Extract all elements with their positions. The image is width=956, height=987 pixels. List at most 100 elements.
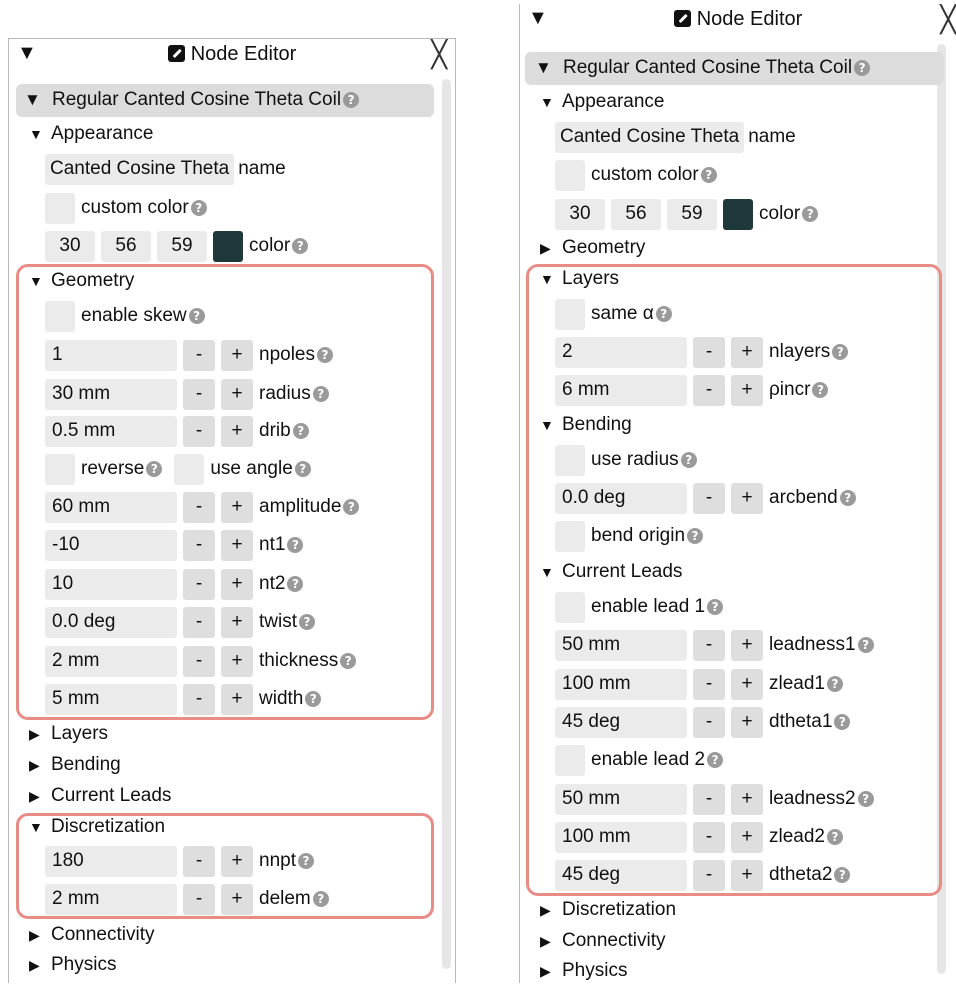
help-icon[interactable]: ? <box>707 599 724 615</box>
section-bending[interactable]: ▶ Bending <box>29 749 121 781</box>
section-appearance[interactable]: ▼ Appearance <box>29 118 153 150</box>
same-alpha-checkbox[interactable] <box>555 298 585 330</box>
color-b-input[interactable]: 59 <box>667 198 717 230</box>
radius-input[interactable]: 30 mm <box>45 378 177 410</box>
help-icon[interactable]: ? <box>294 461 311 477</box>
nt2-increment-button[interactable]: + <box>221 568 253 600</box>
dtheta1-input[interactable]: 45 deg <box>555 706 687 738</box>
npoles-increment-button[interactable]: + <box>221 339 253 371</box>
nnpt-decrement-button[interactable]: - <box>183 845 215 877</box>
help-icon[interactable]: ? <box>834 714 851 730</box>
amplitude-decrement-button[interactable]: - <box>183 491 215 523</box>
npoles-decrement-button[interactable]: - <box>183 339 215 371</box>
drib-input[interactable]: 0.5 mm <box>45 415 177 447</box>
nlayers-input[interactable]: 2 <box>555 336 687 368</box>
reverse-checkbox[interactable] <box>45 453 75 485</box>
bend-origin-checkbox[interactable] <box>555 520 585 552</box>
dtheta2-increment-button[interactable]: + <box>731 859 763 891</box>
help-icon[interactable]: ? <box>834 867 851 883</box>
help-icon[interactable]: ? <box>305 691 322 707</box>
use-angle-checkbox[interactable] <box>174 453 205 485</box>
zlead1-input[interactable]: 100 mm <box>555 668 687 700</box>
radius-increment-button[interactable]: + <box>221 378 253 410</box>
section-current-leads[interactable]: ▶ Current Leads <box>29 780 171 812</box>
color-r-input[interactable]: 30 <box>555 198 605 230</box>
dtheta2-decrement-button[interactable]: - <box>693 859 725 891</box>
section-discretization[interactable]: ▶ Discretization <box>540 894 676 926</box>
help-icon[interactable]: ? <box>812 382 829 398</box>
zlead2-increment-button[interactable]: + <box>731 821 763 853</box>
section-geometry[interactable]: ▶ Geometry <box>540 232 645 264</box>
rhoincr-decrement-button[interactable]: - <box>693 374 725 406</box>
help-icon[interactable]: ? <box>680 452 697 468</box>
leadness1-decrement-button[interactable]: - <box>693 629 725 661</box>
scrollbar[interactable] <box>937 44 946 974</box>
section-connectivity[interactable]: ▶ Connectivity <box>540 925 666 957</box>
section-discretization[interactable]: ▼ Discretization <box>29 811 165 843</box>
custom-color-checkbox[interactable] <box>555 159 585 191</box>
name-input[interactable]: Canted Cosine Theta <box>45 153 235 185</box>
drib-decrement-button[interactable]: - <box>183 415 215 447</box>
help-icon[interactable]: ? <box>707 752 724 768</box>
drib-increment-button[interactable]: + <box>221 415 253 447</box>
nt1-increment-button[interactable]: + <box>221 529 253 561</box>
zlead2-input[interactable]: 100 mm <box>555 821 687 853</box>
help-icon[interactable]: ? <box>827 829 843 845</box>
dtheta1-decrement-button[interactable]: - <box>693 706 725 738</box>
section-bending[interactable]: ▼ Bending <box>540 409 632 441</box>
nlayers-decrement-button[interactable]: - <box>693 336 725 368</box>
section-physics[interactable]: ▶ Physics <box>29 949 116 981</box>
thickness-decrement-button[interactable]: - <box>183 645 215 677</box>
npoles-input[interactable]: 1 <box>45 339 177 371</box>
help-icon[interactable]: ? <box>857 791 874 807</box>
thickness-increment-button[interactable]: + <box>221 645 253 677</box>
dtheta2-input[interactable]: 45 deg <box>555 859 687 891</box>
name-input[interactable]: Canted Cosine Theta <box>555 121 745 153</box>
help-icon[interactable]: ? <box>287 537 304 553</box>
rhoincr-increment-button[interactable]: + <box>731 374 763 406</box>
scrollbar[interactable] <box>442 79 451 969</box>
node-tree-header[interactable]: ▼ Regular Canted Cosine Theta Coil? <box>525 52 944 85</box>
help-icon[interactable]: ? <box>312 386 329 402</box>
color-g-input[interactable]: 56 <box>101 230 151 262</box>
color-r-input[interactable]: 30 <box>45 230 95 262</box>
help-icon[interactable]: ? <box>655 306 672 322</box>
help-icon[interactable]: ? <box>827 676 843 692</box>
use-radius-checkbox[interactable] <box>555 444 585 476</box>
leadness2-decrement-button[interactable]: - <box>693 783 725 815</box>
section-layers[interactable]: ▼ Layers <box>540 263 619 295</box>
leadness2-input[interactable]: 50 mm <box>555 783 687 815</box>
zlead2-decrement-button[interactable]: - <box>693 821 725 853</box>
leadness2-increment-button[interactable]: + <box>731 783 763 815</box>
delem-input[interactable]: 2 mm <box>45 883 177 915</box>
arcbend-increment-button[interactable]: + <box>731 482 763 514</box>
leadness1-input[interactable]: 50 mm <box>555 629 687 661</box>
help-icon[interactable]: ? <box>340 653 357 669</box>
help-icon[interactable]: ? <box>343 92 360 108</box>
help-icon[interactable]: ? <box>832 344 849 360</box>
help-icon[interactable]: ? <box>343 499 360 515</box>
color-swatch[interactable] <box>723 198 753 230</box>
width-input[interactable]: 5 mm <box>45 683 177 715</box>
help-icon[interactable]: ? <box>287 576 304 592</box>
color-b-input[interactable]: 59 <box>157 230 207 262</box>
twist-input[interactable]: 0.0 deg <box>45 606 177 638</box>
width-increment-button[interactable]: + <box>221 683 253 715</box>
section-physics[interactable]: ▶ Physics <box>540 955 627 987</box>
help-icon[interactable]: ? <box>146 461 163 477</box>
twist-decrement-button[interactable]: - <box>183 606 215 638</box>
nt1-input[interactable]: -10 <box>45 529 177 561</box>
help-icon[interactable]: ? <box>317 347 333 363</box>
section-current-leads[interactable]: ▼ Current Leads <box>540 556 682 588</box>
help-icon[interactable]: ? <box>857 637 874 653</box>
delem-increment-button[interactable]: + <box>221 883 253 915</box>
enable-skew-checkbox[interactable] <box>45 300 75 332</box>
help-icon[interactable]: ? <box>839 490 856 506</box>
node-tree-header[interactable]: ▼ Regular Canted Cosine Theta Coil? <box>16 84 434 117</box>
help-icon[interactable]: ? <box>292 238 309 254</box>
section-geometry[interactable]: ▼ Geometry <box>29 265 134 297</box>
thickness-input[interactable]: 2 mm <box>45 645 177 677</box>
nt2-decrement-button[interactable]: - <box>183 568 215 600</box>
delem-decrement-button[interactable]: - <box>183 883 215 915</box>
dtheta1-increment-button[interactable]: + <box>731 706 763 738</box>
